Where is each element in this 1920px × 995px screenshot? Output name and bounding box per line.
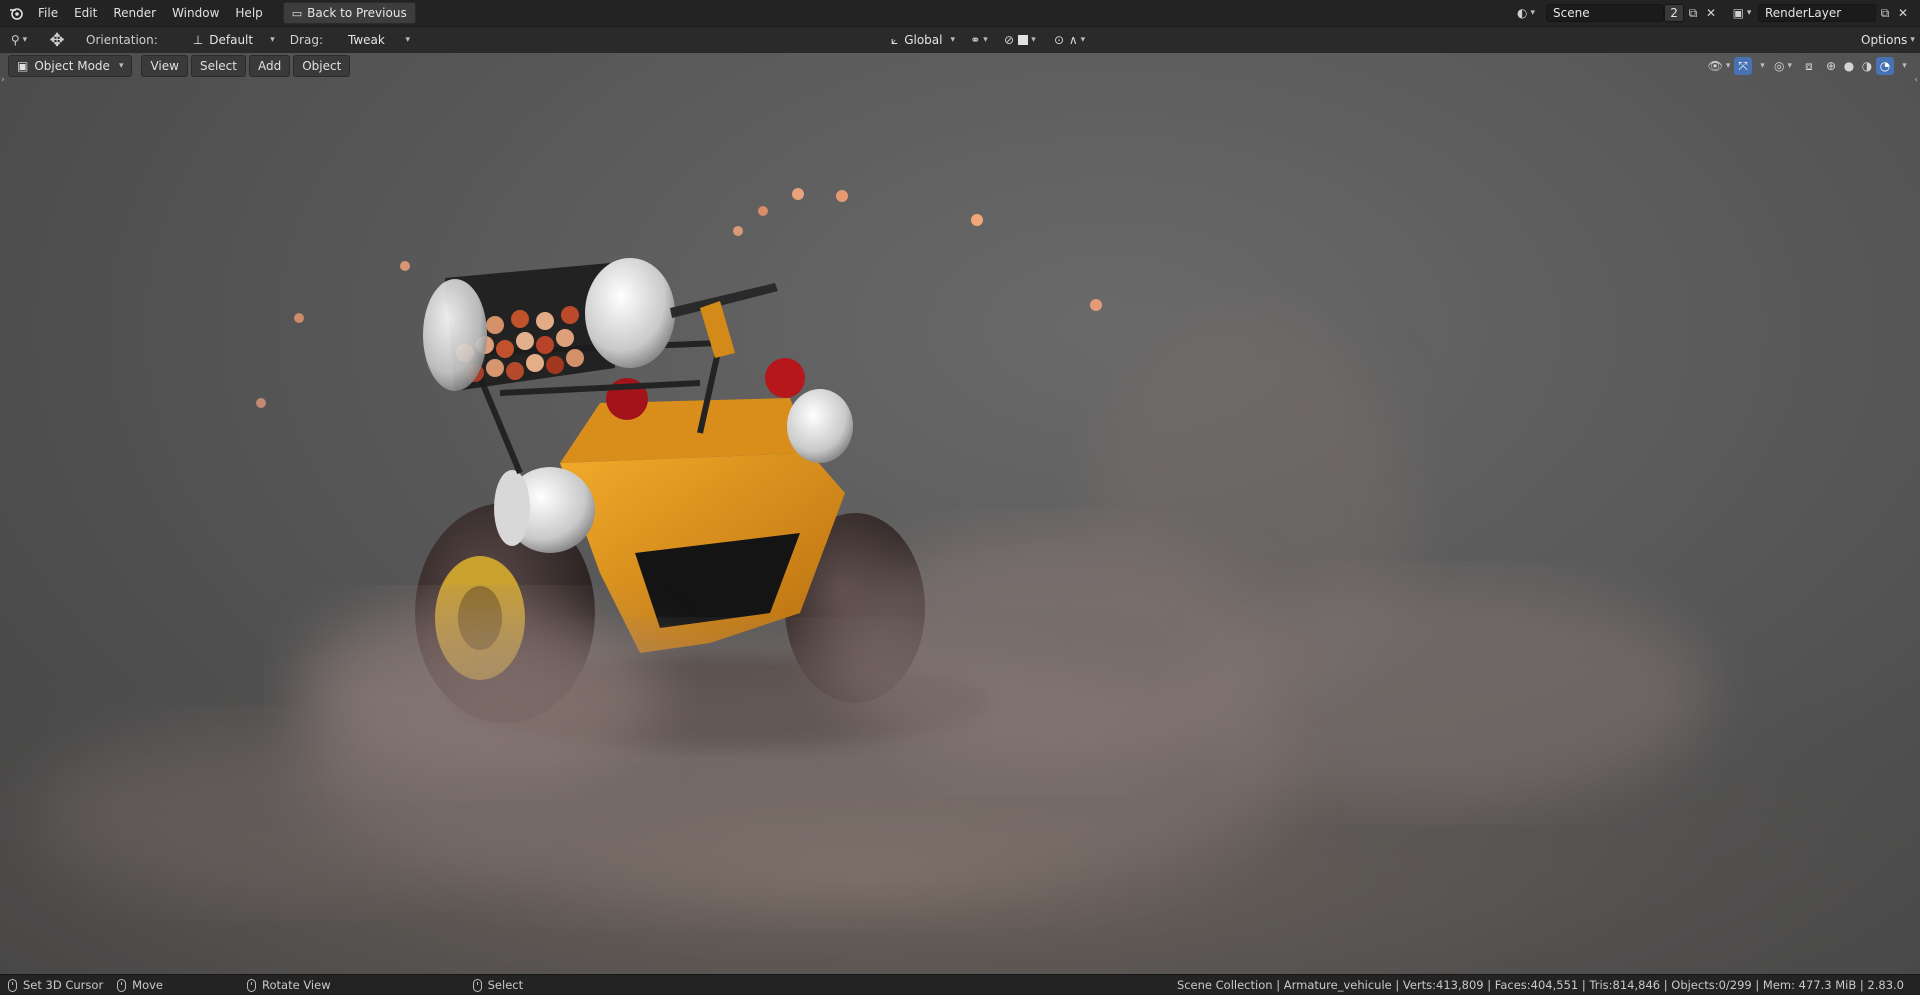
drag-dropdown[interactable]: Tweak ▾ bbox=[340, 31, 417, 49]
hint-move: Move bbox=[117, 978, 163, 992]
3d-viewport[interactable]: ▣ Object Mode ▾ View Select Add Object 👁… bbox=[0, 53, 1920, 974]
drag-label: Drag: bbox=[289, 33, 323, 47]
new-layer-icon[interactable]: ⧉ bbox=[1876, 4, 1894, 22]
hint-select: Select bbox=[472, 978, 523, 992]
transform-orientation-dropdown[interactable]: ⟀ Global ▾ bbox=[884, 31, 962, 49]
render-layer-field[interactable]: RenderLayer bbox=[1758, 4, 1876, 22]
menu-file[interactable]: File bbox=[30, 3, 66, 23]
snap-target-icon[interactable]: ▾ bbox=[1018, 31, 1036, 49]
mouse-icon bbox=[8, 978, 17, 992]
top-bar: File Edit Render Window Help ▭ Back to P… bbox=[0, 0, 1920, 26]
editor-type-icon[interactable]: ⚲ ▾ bbox=[6, 32, 32, 48]
mouse-icon bbox=[117, 978, 127, 992]
new-scene-icon[interactable]: ⧉ bbox=[1684, 4, 1702, 22]
hint-set-3d-cursor: Set 3D Cursor bbox=[8, 978, 103, 992]
snap-icon[interactable]: ⊘ bbox=[1000, 31, 1018, 49]
delete-layer-icon[interactable]: ✕ bbox=[1894, 4, 1912, 22]
mouse-icon bbox=[472, 978, 482, 992]
render-layer-icon[interactable]: ▣ ▾ bbox=[1733, 5, 1752, 21]
orientation-dropdown[interactable]: ⊥ Default ▾ bbox=[185, 31, 282, 49]
mouse-icon bbox=[247, 978, 257, 992]
orientation-label: Orientation: bbox=[86, 33, 158, 47]
tool-settings-bar: ⚲ ▾ ✥ Orientation: ⊥ Default ▾ Drag: Twea… bbox=[0, 26, 1920, 53]
back-icon: ▭ bbox=[291, 6, 303, 20]
status-bar: Set 3D Cursor Move Rotate View Select Sc… bbox=[0, 974, 1920, 995]
proportional-icon[interactable]: ⊙ bbox=[1050, 31, 1068, 49]
hint-rotate-view: Rotate View bbox=[247, 978, 331, 992]
move-tool-icon[interactable]: ✥ bbox=[46, 30, 68, 51]
pivot-icon[interactable]: ⚭ ▾ bbox=[970, 31, 988, 49]
scene-users-count[interactable]: 2 bbox=[1664, 4, 1684, 22]
menu-window[interactable]: Window bbox=[164, 3, 227, 23]
rendered-scene bbox=[0, 188, 1920, 974]
global-axes-icon: ⟀ bbox=[891, 32, 899, 47]
menu-help[interactable]: Help bbox=[227, 3, 270, 23]
options-dropdown[interactable]: Options ▾ bbox=[1854, 31, 1915, 49]
falloff-icon[interactable]: ∧ ▾ bbox=[1068, 31, 1086, 49]
delete-scene-icon[interactable]: ✕ bbox=[1702, 4, 1720, 22]
menu-edit[interactable]: Edit bbox=[66, 3, 105, 23]
back-to-previous-button[interactable]: ▭ Back to Previous bbox=[282, 2, 416, 24]
orientation-icon: ⊥ bbox=[192, 33, 204, 47]
scene-icon[interactable]: ◐ ▾ bbox=[1517, 5, 1535, 21]
menu-render[interactable]: Render bbox=[105, 3, 164, 23]
blender-logo-icon[interactable] bbox=[8, 5, 24, 21]
scene-field[interactable]: Scene bbox=[1546, 4, 1664, 22]
back-to-previous-label: Back to Previous bbox=[307, 6, 407, 20]
scene-statistics: Scene Collection | Armature_vehicule | V… bbox=[1176, 978, 1904, 992]
